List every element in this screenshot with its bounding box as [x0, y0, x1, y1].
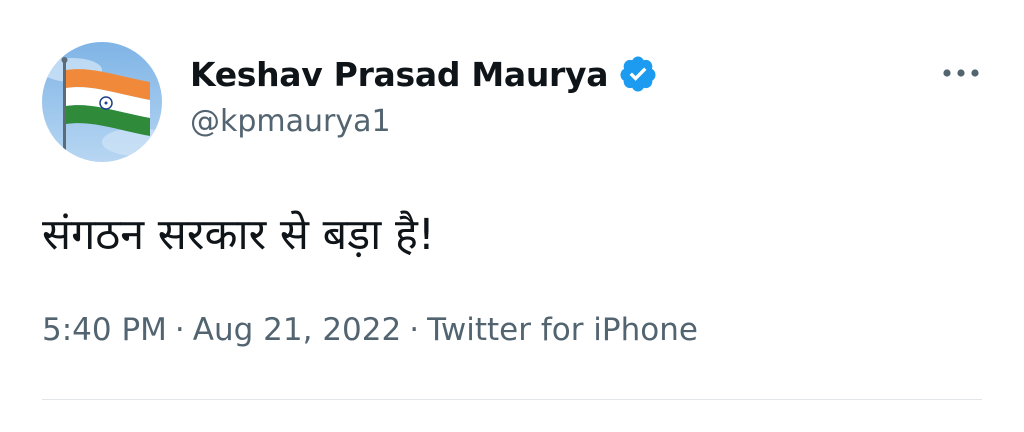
tweet-source[interactable]: Twitter for iPhone: [427, 312, 698, 348]
more-options-button[interactable]: [938, 56, 984, 90]
author-name-row: Keshav Prasad Maurya: [190, 48, 658, 100]
tweet-date[interactable]: Aug 21, 2022: [193, 312, 401, 348]
author-avatar[interactable]: [42, 42, 162, 162]
tweet-text: संगठन सरकार से बड़ा है!: [42, 210, 436, 260]
tweet-meta: 5:40 PM · Aug 21, 2022 · Twitter for iPhone: [42, 312, 698, 348]
tweet-time[interactable]: 5:40 PM: [42, 312, 167, 348]
india-flag-avatar-icon: [42, 42, 162, 162]
meta-separator: ·: [409, 312, 420, 348]
divider: [42, 399, 982, 400]
verified-badge-icon: [620, 56, 656, 92]
more-options-icon: [943, 69, 979, 77]
author-handle[interactable]: @kpmaurya1: [190, 104, 391, 139]
tweet-card: Keshav Prasad Maurya @kpmaurya1 संगठन सर…: [0, 0, 1024, 432]
author-display-name[interactable]: Keshav Prasad Maurya: [190, 55, 608, 94]
meta-separator: ·: [174, 312, 185, 348]
